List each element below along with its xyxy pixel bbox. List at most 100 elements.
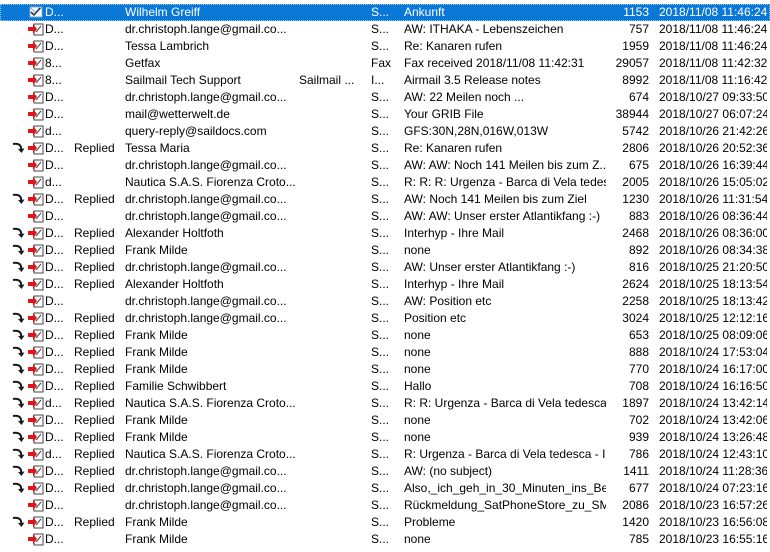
new-mail-arrow-icon	[27, 310, 45, 327]
message-row[interactable]: d... Nautica S.A.S. Fiorenza Croto... S...…	[0, 174, 770, 191]
message-row[interactable]: d... query-reply@saildocs.com S... GFS:30N,…	[0, 123, 770, 140]
message-row[interactable]: D... Replied dr.christoph.lange@gmail.co..…	[0, 310, 770, 327]
message-type: S...	[371, 532, 390, 546]
row-selector: D...	[45, 430, 64, 444]
account	[299, 463, 369, 480]
size: 675	[628, 158, 649, 172]
message-row[interactable]: D... Replied Frank Milde S... none 892 2018/10…	[0, 242, 770, 259]
account: Sailmail ...	[299, 73, 355, 87]
message-type: S...	[371, 413, 390, 427]
row-selector: D...	[45, 192, 64, 206]
sender: Frank Milde	[125, 515, 188, 529]
message-row[interactable]: D... Replied Frank Milde S... none 888 2018/10…	[0, 344, 770, 361]
date: 2018/10/26 21:42:26	[659, 124, 767, 138]
subject: Probleme	[404, 515, 456, 529]
row-selector: D...	[45, 226, 64, 240]
message-row[interactable]: D... mail@wetterwelt.de S... Your GRIB File…	[0, 106, 770, 123]
date: 2018/11/08 11:46:24	[659, 39, 767, 53]
row-selector: D...	[45, 158, 64, 172]
message-row[interactable]: D... dr.christoph.lange@gmail.co... S... AW…	[0, 21, 770, 38]
message-row[interactable]: D... dr.christoph.lange@gmail.co... S... Rü…	[0, 497, 770, 514]
message-list[interactable]: D... Wilhelm Greiff S... Ankunft 1153 2018/11…	[0, 0, 770, 552]
message-type: S...	[371, 396, 390, 410]
status-label: Replied	[74, 515, 115, 529]
status-label: Replied	[74, 328, 115, 342]
reply-arrow-icon	[9, 463, 27, 480]
row-selector: D...	[45, 498, 64, 512]
account	[299, 55, 369, 72]
message-type: Fax	[371, 56, 392, 70]
message-row[interactable]: D... Wilhelm Greiff S... Ankunft 1153 2018/11…	[0, 4, 770, 21]
message-row[interactable]: D... dr.christoph.lange@gmail.co... S... AW…	[0, 208, 770, 225]
date: 2018/10/24 13:42:06	[659, 413, 767, 427]
size: 1959	[622, 39, 649, 53]
message-row[interactable]: D... dr.christoph.lange@gmail.co... S... AW…	[0, 89, 770, 106]
message-row[interactable]: D... Replied Tessa Maria S... Re: Kanaren ru…	[0, 140, 770, 157]
message-row[interactable]: d... Replied Nautica S.A.S. Fiorenza Croto…	[0, 446, 770, 463]
message-row[interactable]: D... Replied Alexander Holtfoth S... Interhy…	[0, 276, 770, 293]
row-selector: D...	[45, 260, 64, 274]
new-mail-arrow-icon	[27, 21, 45, 38]
reply-arrow-icon	[9, 276, 27, 293]
message-row[interactable]: 8... Sailmail Tech Support Sailmail ... I..…	[0, 72, 770, 89]
date: 2018/11/08 11:46:24	[659, 22, 767, 36]
new-mail-arrow-icon	[27, 225, 45, 242]
subject: Also,_ich_geh_in_30_Minuten_ins_Be...	[404, 481, 606, 495]
subject: Your GRIB File	[404, 107, 484, 121]
subject: Rückmeldung_SatPhoneStore_zu_SMS	[404, 498, 606, 512]
row-selector: D...	[45, 209, 64, 223]
message-row[interactable]: D... Replied Frank Milde S... none 939 2018/10…	[0, 429, 770, 446]
subject: none	[404, 532, 431, 546]
account	[299, 157, 369, 174]
message-type: S...	[371, 5, 390, 19]
new-mail-arrow-icon	[27, 463, 45, 480]
message-row[interactable]: D... Replied Frank Milde S... Probleme 1420 20…	[0, 514, 770, 531]
message-row[interactable]: D... Replied Frank Milde S... none 770 2018/10…	[0, 361, 770, 378]
new-mail-arrow-icon	[27, 480, 45, 497]
reply-arrow-icon	[9, 514, 27, 531]
message-row[interactable]: D... Replied Alexander Holtfoth S... Interhy…	[0, 225, 770, 242]
status-label: Replied	[74, 277, 115, 291]
date: 2018/10/26 08:34:38	[659, 243, 767, 257]
status-label: Replied	[74, 192, 115, 206]
message-row[interactable]: D... Replied dr.christoph.lange@gmail.co..…	[0, 259, 770, 276]
date: 2018/10/26 08:36:44	[659, 209, 767, 223]
status-label: Replied	[74, 430, 115, 444]
size: 892	[628, 243, 649, 257]
date: 2018/10/25 21:20:50	[659, 260, 767, 274]
message-row[interactable]: d... Replied Nautica S.A.S. Fiorenza Croto…	[0, 395, 770, 412]
message-row[interactable]: D... Replied dr.christoph.lange@gmail.co..…	[0, 463, 770, 480]
sender: dr.christoph.lange@gmail.co...	[125, 209, 287, 223]
date: 2018/11/08 11:42:32	[659, 56, 767, 70]
date: 2018/10/25 08:09:06	[659, 328, 767, 342]
new-mail-arrow-icon	[27, 293, 45, 310]
status-label	[74, 38, 124, 55]
message-row[interactable]: D... dr.christoph.lange@gmail.co... S... AW…	[0, 157, 770, 174]
message-row[interactable]: D... Replied Frank Milde S... none 653 2018/10…	[0, 327, 770, 344]
date: 2018/10/24 13:42:14	[659, 396, 767, 410]
message-row[interactable]: D... Replied dr.christoph.lange@gmail.co..…	[0, 480, 770, 497]
message-row[interactable]: D... Replied Familie Schwibbert S... Hallo 70…	[0, 378, 770, 395]
size: 674	[628, 90, 649, 104]
message-row[interactable]: D... Frank Milde S... none 785 2018/10/23 16:…	[0, 531, 770, 548]
sender: Nautica S.A.S. Fiorenza Croto...	[125, 396, 296, 410]
reply-indicator-empty	[9, 157, 27, 174]
date: 2018/10/24 16:17:00	[659, 362, 767, 376]
message-row[interactable]: 8... Getfax Fax Fax received 2018/11/08 11:…	[0, 55, 770, 72]
date: 2018/10/27 06:07:24	[659, 107, 767, 121]
reply-arrow-icon	[9, 344, 27, 361]
row-selector: D...	[45, 39, 64, 53]
message-row[interactable]: D... Tessa Lambrich S... Re: Kanaren rufen 1…	[0, 38, 770, 55]
row-selector: D...	[45, 481, 64, 495]
date: 2018/10/24 11:28:36	[659, 464, 767, 478]
message-row[interactable]: D... dr.christoph.lange@gmail.co... S... AW…	[0, 293, 770, 310]
message-type: S...	[371, 22, 390, 36]
new-mail-arrow-icon	[27, 276, 45, 293]
message-row[interactable]: D... Replied Frank Milde S... none 702 2018/10…	[0, 412, 770, 429]
new-mail-arrow-icon	[27, 208, 45, 225]
message-row[interactable]: D... Replied dr.christoph.lange@gmail.co..…	[0, 191, 770, 208]
status-label: Replied	[74, 243, 115, 257]
account	[299, 378, 369, 395]
subject: AW: Unser erster Atlantikfang :-)	[404, 260, 576, 274]
row-selector: D...	[45, 294, 64, 308]
